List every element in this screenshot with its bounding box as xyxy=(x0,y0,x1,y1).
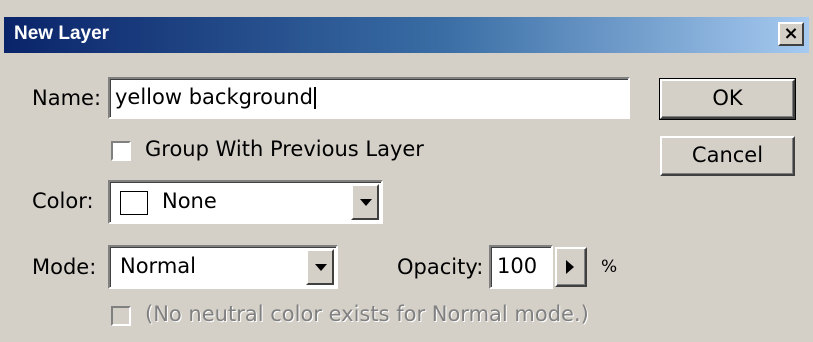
color-swatch xyxy=(120,191,148,215)
opacity-input[interactable]: 100 xyxy=(489,245,553,289)
group-with-previous-label[interactable]: Group With Previous Layer xyxy=(145,137,424,161)
opacity-label: Opacity: xyxy=(397,255,484,279)
fill-neutral-color-checkbox[interactable] xyxy=(111,306,131,326)
mode-select-value: Normal xyxy=(120,254,196,278)
opacity-input-value: 100 xyxy=(497,254,538,278)
color-label: Color: xyxy=(32,189,94,213)
mode-select[interactable]: Normal xyxy=(108,245,338,289)
neutral-color-label: (No neutral color exists for Normal mode… xyxy=(145,302,589,326)
close-button[interactable]: × xyxy=(778,22,804,46)
ok-button[interactable]: OK xyxy=(659,78,796,120)
chevron-down-icon xyxy=(315,264,327,271)
group-with-previous-checkbox[interactable] xyxy=(111,141,131,161)
name-input[interactable]: yellow background xyxy=(108,77,630,119)
mode-label: Mode: xyxy=(32,255,97,279)
title-bar[interactable]: New Layer × xyxy=(4,17,809,53)
dialog-title: New Layer xyxy=(14,23,110,44)
new-layer-dialog: New Layer × Name: yellow background Grou… xyxy=(0,0,813,342)
mode-dropdown-button[interactable] xyxy=(306,249,334,285)
opacity-unit: % xyxy=(601,257,618,277)
triangle-right-icon xyxy=(566,260,574,274)
color-select-value: None xyxy=(162,189,217,213)
name-label: Name: xyxy=(32,86,102,110)
close-icon: × xyxy=(783,23,799,44)
cancel-button[interactable]: Cancel xyxy=(660,136,795,176)
text-caret xyxy=(313,87,316,109)
color-dropdown-button[interactable] xyxy=(351,184,379,220)
opacity-slider-button[interactable] xyxy=(555,247,587,287)
chevron-down-icon xyxy=(360,199,372,206)
color-select[interactable]: None xyxy=(108,180,383,224)
name-input-value: yellow background xyxy=(115,85,313,109)
